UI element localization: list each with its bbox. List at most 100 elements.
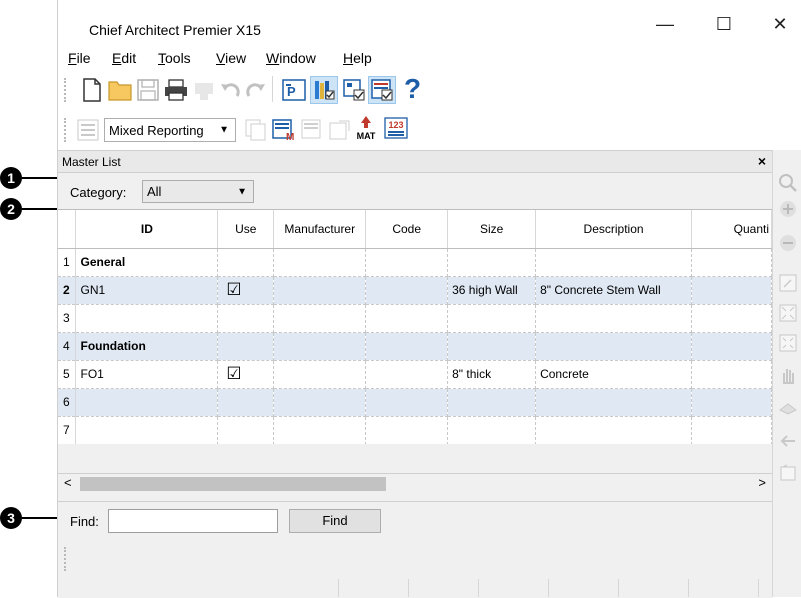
cell-use[interactable] <box>217 416 275 444</box>
cell-id[interactable]: GN1 <box>75 276 219 305</box>
horizontal-scrollbar[interactable]: < > <box>58 473 772 493</box>
cell-id[interactable] <box>75 416 219 444</box>
cell-id[interactable]: General <box>75 248 219 277</box>
column-header-size[interactable]: Size <box>447 210 537 249</box>
cell-quantity[interactable] <box>691 304 772 333</box>
close-button[interactable]: ✕ <box>760 10 800 38</box>
menu-help[interactable]: Help <box>343 50 372 66</box>
cell-use[interactable] <box>217 332 275 361</box>
cell-description[interactable] <box>535 416 693 444</box>
cell-quantity[interactable] <box>691 388 772 417</box>
menu-tools[interactable]: Tools <box>158 50 191 66</box>
scrollbar-thumb[interactable] <box>80 477 386 491</box>
cell-size[interactable] <box>447 332 537 361</box>
cell-id[interactable]: FO1 <box>75 360 219 389</box>
cell-use[interactable]: ☑ <box>217 360 275 389</box>
fill-window-building-icon[interactable] <box>777 332 799 354</box>
undo-zoom-icon[interactable] <box>777 272 799 294</box>
open-folder-icon[interactable] <box>106 76 134 104</box>
zoom-in-icon[interactable] <box>777 198 799 220</box>
cell-id[interactable] <box>75 304 219 333</box>
project-browser-icon[interactable]: P <box>280 76 308 104</box>
menu-edit[interactable]: Edit <box>112 50 136 66</box>
cell-code[interactable] <box>365 388 449 417</box>
table-row[interactable]: 1 General <box>58 248 772 277</box>
cell-code[interactable] <box>365 416 449 444</box>
cell-description[interactable] <box>535 248 693 277</box>
cell-code[interactable] <box>365 276 449 305</box>
cell-id[interactable]: Foundation <box>75 332 219 361</box>
redo-icon[interactable] <box>242 76 270 104</box>
report-settings-icon[interactable] <box>74 116 102 144</box>
column-header-quantity[interactable]: Quanti <box>691 210 772 249</box>
cell-quantity[interactable] <box>691 248 772 277</box>
toolbar-grip[interactable] <box>64 78 67 102</box>
cell-quantity[interactable] <box>691 332 772 361</box>
cell-code[interactable] <box>365 304 449 333</box>
cell-size[interactable] <box>447 304 537 333</box>
column-header-code[interactable]: Code <box>365 210 449 249</box>
maximize-button[interactable]: ☐ <box>704 10 744 38</box>
cell-size[interactable] <box>447 248 537 277</box>
pan-hand-icon[interactable] <box>777 364 799 386</box>
column-header-use[interactable]: Use <box>217 210 275 249</box>
print-icon[interactable] <box>162 76 190 104</box>
menu-window[interactable]: Window <box>266 50 316 66</box>
column-header-id[interactable]: ID <box>75 210 219 249</box>
cell-description[interactable]: Concrete <box>535 360 693 389</box>
cell-code[interactable] <box>365 248 449 277</box>
refresh-icon[interactable] <box>777 462 799 484</box>
library-browser-icon[interactable] <box>310 76 338 104</box>
reporting-mode-select[interactable]: Mixed Reporting ▼ <box>104 118 236 142</box>
cell-description[interactable] <box>535 304 693 333</box>
menu-file[interactable]: File <box>68 50 91 66</box>
new-file-icon[interactable] <box>78 76 106 104</box>
cell-manufacturer[interactable] <box>273 332 367 361</box>
export-report-icon[interactable] <box>326 116 354 144</box>
use-checkbox[interactable]: ☑ <box>226 365 241 382</box>
active-layer-icon[interactable] <box>340 76 368 104</box>
table-row[interactable]: 7 <box>58 416 772 444</box>
count-numbers-icon[interactable]: 123 <box>382 114 410 142</box>
cell-manufacturer[interactable] <box>273 304 367 333</box>
table-row[interactable]: 2 GN1 ☑ 36 high Wall 8" Concrete Stem Wa… <box>58 276 772 305</box>
cell-manufacturer[interactable] <box>273 360 367 389</box>
cell-description[interactable] <box>535 332 693 361</box>
cell-size[interactable] <box>447 416 537 444</box>
cell-use[interactable] <box>217 304 275 333</box>
cell-description[interactable]: 8" Concrete Stem Wall <box>535 276 693 305</box>
minimize-button[interactable]: — <box>645 10 685 38</box>
cell-size[interactable]: 36 high Wall <box>447 276 537 305</box>
mat-upload-icon[interactable]: MAT <box>352 114 380 142</box>
cell-id[interactable] <box>75 388 219 417</box>
material-list-icon[interactable]: M <box>270 116 298 144</box>
menu-view[interactable]: View <box>216 50 246 66</box>
cell-manufacturer[interactable] <box>273 388 367 417</box>
fill-window-icon[interactable] <box>777 302 799 324</box>
edit-report-icon[interactable] <box>298 116 326 144</box>
panel-close-icon[interactable]: × <box>758 153 766 169</box>
toolbar-grip[interactable] <box>64 118 67 142</box>
table-row[interactable]: 4 Foundation <box>58 332 772 361</box>
table-row[interactable]: 5 FO1 ☑ 8" thick Concrete <box>58 360 772 389</box>
scroll-right-icon[interactable]: > <box>758 475 766 490</box>
cell-use[interactable] <box>217 388 275 417</box>
undo-icon[interactable] <box>216 76 244 104</box>
master-list-icon[interactable] <box>368 76 396 104</box>
scroll-left-icon[interactable]: < <box>64 475 72 490</box>
cell-use[interactable] <box>217 248 275 277</box>
master-list-table[interactable]: ID Use Manufacturer Code Size Descriptio… <box>58 209 772 444</box>
zoom-icon[interactable] <box>777 172 799 194</box>
cell-quantity[interactable] <box>691 276 772 305</box>
column-header-description[interactable]: Description <box>535 210 693 249</box>
save-icon[interactable] <box>134 76 162 104</box>
cell-code[interactable] <box>365 332 449 361</box>
cell-manufacturer[interactable] <box>273 416 367 444</box>
copy-report-icon[interactable] <box>242 116 270 144</box>
use-checkbox[interactable]: ☑ <box>226 281 241 298</box>
cell-size[interactable]: 8" thick <box>447 360 537 389</box>
cell-size[interactable] <box>447 388 537 417</box>
find-button[interactable]: Find <box>289 509 381 533</box>
zoom-out-icon[interactable] <box>777 232 799 254</box>
table-row[interactable]: 6 <box>58 388 772 417</box>
